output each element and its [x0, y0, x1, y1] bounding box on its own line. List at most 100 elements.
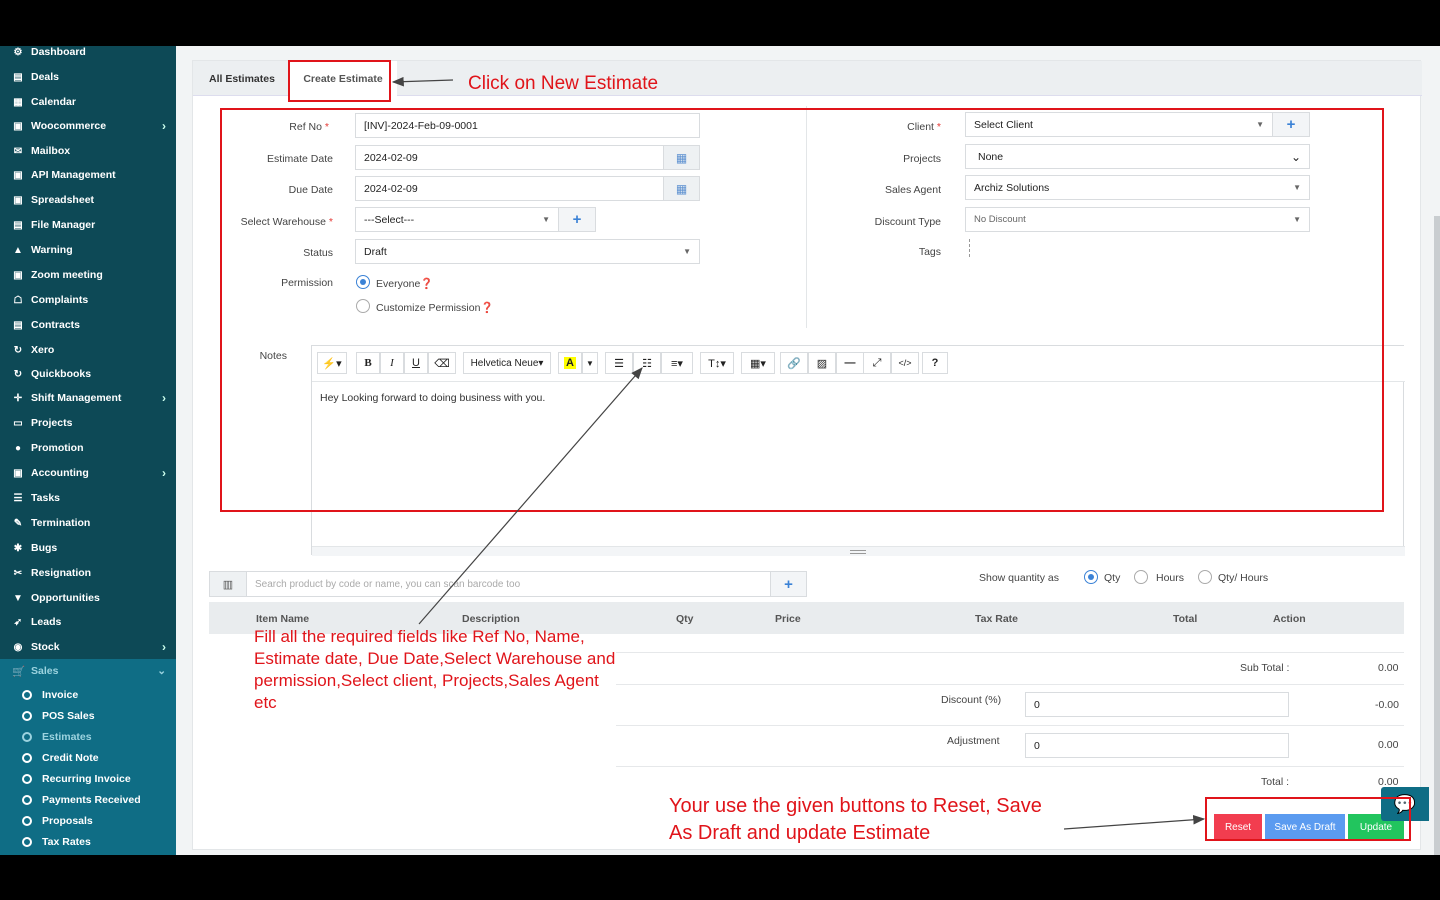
- sidebar-item-sales[interactable]: 🛒 Sales ⌄: [0, 659, 176, 683]
- radio-qty-label: Qty: [1104, 572, 1121, 584]
- show-quantity-label: Show quantity as: [979, 572, 1059, 584]
- sidebar-item-api-management[interactable]: ▣ API Management: [0, 163, 176, 187]
- sidebar-icon: ▣: [13, 467, 23, 479]
- sidebar-sub-invoice[interactable]: Invoice: [22, 684, 78, 705]
- sidebar-item-xero[interactable]: ↻ Xero: [0, 338, 176, 362]
- sidebar-sub-label: Recurring Invoice: [42, 772, 131, 785]
- sidebar-item-label: File Manager: [31, 219, 96, 231]
- sidebar-item-dashboard[interactable]: ⚙ Dashboard: [0, 46, 176, 64]
- sidebar-item-calendar[interactable]: ▦ Calendar: [0, 90, 176, 114]
- sidebar-item-label: Warning: [31, 244, 73, 256]
- sidebar-icon: ▣: [13, 169, 23, 181]
- sidebar-sub-payments-received[interactable]: Payments Received: [22, 789, 141, 810]
- sidebar-item-complaints[interactable]: ☖ Complaints: [0, 288, 176, 312]
- sidebar-sub-pos-sales[interactable]: POS Sales: [22, 705, 95, 726]
- add-product-button[interactable]: +: [770, 571, 807, 597]
- sidebar-icon: ●: [14, 442, 22, 454]
- sidebar-icon: ☖: [13, 294, 23, 306]
- sidebar-item-quickbooks[interactable]: ↻ Quickbooks: [0, 362, 176, 386]
- sidebar-item-accounting[interactable]: ▣ Accounting ›: [0, 461, 176, 485]
- sidebar-icon: ✎: [13, 517, 23, 529]
- sidebar-item-spreadsheet[interactable]: ▣ Spreadsheet: [0, 188, 176, 212]
- sidebar-icon: ⚙: [13, 46, 23, 58]
- sidebar-sub-proposals[interactable]: Proposals: [22, 810, 93, 831]
- sidebar-item-contracts[interactable]: ▤ Contracts: [0, 313, 176, 337]
- circle-icon: [22, 836, 32, 847]
- sidebar-item-deals[interactable]: ▤ Deals: [0, 65, 176, 89]
- sidebar-icon: ↻: [13, 368, 23, 380]
- radio-qty-hours-label: Qty/ Hours: [1218, 572, 1269, 584]
- circle-icon: [22, 752, 32, 763]
- sidebar-item-resignation[interactable]: ✂ Resignation: [0, 561, 176, 585]
- sidebar-item-label: Sales: [31, 665, 59, 677]
- radio-qty-hours[interactable]: [1198, 570, 1212, 584]
- discount-label: Discount (%): [941, 694, 1002, 706]
- divider: [616, 766, 1404, 767]
- sidebar-item-projects[interactable]: ▭ Projects: [0, 411, 176, 435]
- adjustment-input[interactable]: 0: [1025, 733, 1289, 758]
- sidebar-item-opportunities[interactable]: ▼ Opportunities: [0, 586, 176, 610]
- sidebar-sub-tax-rates[interactable]: Tax Rates: [22, 831, 91, 852]
- sidebar-icon: ➶: [13, 616, 23, 628]
- sidebar-item-bugs[interactable]: ✱ Bugs: [0, 536, 176, 560]
- sidebar-item-label: Dashboard: [31, 46, 86, 58]
- sidebar: ⚙ Dashboard ▤ Deals ▦ Calendar ▣ Woocommerce › ✉ M…: [0, 46, 176, 855]
- sidebar-item-label: Tasks: [31, 492, 60, 504]
- chevron-right-icon: ›: [162, 640, 166, 654]
- sidebar-sub-label: Invoice: [42, 688, 79, 701]
- sidebar-item-tasks[interactable]: ☰ Tasks: [0, 486, 176, 510]
- sidebar-icon: ✱: [13, 542, 23, 554]
- app-screen: ⚙ Dashboard ▤ Deals ▦ Calendar ▣ Woocommerce › ✉ M…: [0, 46, 1440, 855]
- circle-icon: [22, 731, 32, 742]
- sidebar-item-label: Quickbooks: [31, 368, 92, 380]
- radio-qty[interactable]: [1084, 570, 1098, 584]
- sidebar-item-shift-management[interactable]: ✛ Shift Management ›: [0, 386, 176, 410]
- sidebar-icon: ▤: [13, 219, 23, 231]
- sidebar-item-mailbox[interactable]: ✉ Mailbox: [0, 139, 176, 163]
- sidebar-icon: ▼: [13, 592, 23, 604]
- sidebar-item-file-manager[interactable]: ▤ File Manager: [0, 213, 176, 237]
- divider: [616, 725, 1404, 726]
- circle-icon: [22, 710, 32, 721]
- sidebar-item-termination[interactable]: ✎ Termination: [0, 511, 176, 535]
- annotation-line: Your use the given buttons to Reset, Sav…: [669, 795, 1042, 817]
- sidebar-item-label: Resignation: [31, 567, 92, 579]
- sidebar-item-label: Promotion: [31, 442, 84, 454]
- radio-hours[interactable]: [1134, 570, 1148, 584]
- tab-all-estimates[interactable]: All Estimates: [209, 61, 289, 96]
- chevron-down-icon: ⌄: [157, 665, 166, 677]
- col-price: Price: [775, 613, 801, 625]
- discount-value: -0.00: [1375, 699, 1399, 711]
- sidebar-item-leads[interactable]: ➶ Leads: [0, 610, 176, 634]
- sidebar-item-warning[interactable]: ▲ Warning: [0, 238, 176, 262]
- sidebar-item-label: Opportunities: [31, 592, 100, 604]
- discount-input[interactable]: 0: [1025, 692, 1289, 717]
- sidebar-item-label: Woocommerce: [31, 120, 107, 132]
- sidebar-icon: ▣: [13, 120, 23, 132]
- sidebar-icon: ✂: [13, 567, 23, 579]
- sidebar-item-promotion[interactable]: ● Promotion: [0, 436, 176, 460]
- sidebar-icon: ▣: [13, 194, 23, 206]
- sidebar-sub-label: Estimates: [42, 730, 92, 743]
- sidebar-sub-credit-note[interactable]: Credit Note: [22, 747, 99, 768]
- adjustment-value: 0.00: [1378, 739, 1399, 751]
- sidebar-item-label: Spreadsheet: [31, 194, 95, 206]
- col-description: Description: [462, 613, 520, 625]
- product-search-input[interactable]: Search product by code or name, you can …: [246, 571, 771, 597]
- chevron-right-icon: ›: [162, 466, 166, 480]
- circle-icon: [22, 794, 32, 805]
- sidebar-item-label: Mailbox: [31, 145, 71, 157]
- col-qty: Qty: [676, 613, 694, 625]
- editor-resize-handle[interactable]: [312, 546, 1405, 556]
- sidebar-sub-estimates[interactable]: Estimates: [22, 726, 92, 747]
- scrollbar[interactable]: [1434, 216, 1440, 855]
- sidebar-sub-recurring-invoice[interactable]: Recurring Invoice: [22, 768, 131, 789]
- col-item-name: Item Name: [256, 613, 310, 625]
- sidebar-item-label: Stock: [31, 641, 60, 653]
- sidebar-item-zoom-meeting[interactable]: ▣ Zoom meeting: [0, 263, 176, 287]
- circle-icon: [22, 773, 32, 784]
- sidebar-item-woocommerce[interactable]: ▣ Woocommerce ›: [0, 114, 176, 138]
- sidebar-item-stock[interactable]: ◉ Stock ›: [0, 635, 176, 659]
- circle-icon: [22, 689, 32, 700]
- sidebar-item-label: Accounting: [31, 467, 89, 479]
